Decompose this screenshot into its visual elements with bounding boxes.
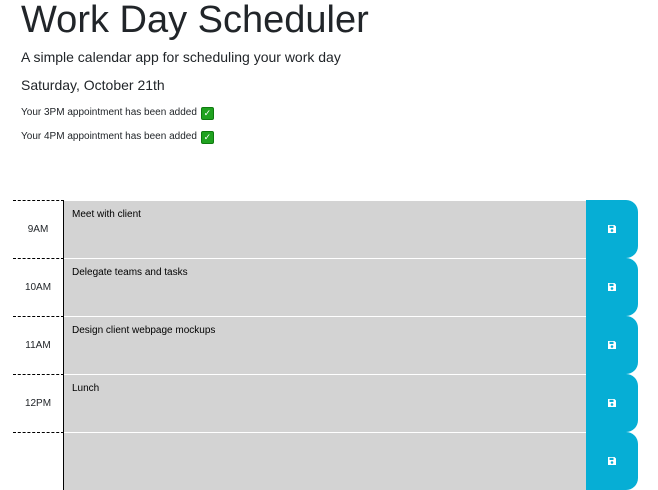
description-textarea[interactable]: Design client webpage mockups [64, 316, 586, 374]
save-button[interactable] [586, 200, 638, 258]
page-subtitle: A simple calendar app for scheduling you… [21, 49, 341, 65]
description-textarea[interactable] [64, 432, 586, 490]
description-textarea[interactable]: Lunch [64, 374, 586, 432]
floppy-disk-icon [608, 457, 616, 465]
floppy-disk-icon [608, 283, 616, 291]
save-button[interactable] [586, 374, 638, 432]
time-block-row [13, 432, 638, 490]
time-block-row: 9AM Meet with client [13, 200, 638, 258]
time-block-row: 10AM Delegate teams and tasks [13, 258, 638, 316]
notification-text: Your 3PM appointment has been added [21, 107, 197, 118]
hour-label [13, 432, 64, 490]
save-button[interactable] [586, 316, 638, 374]
hour-label: 11AM [13, 316, 64, 374]
current-day: Saturday, October 21th [21, 77, 165, 93]
page-title: Work Day Scheduler [21, 0, 369, 41]
notification: Your 4PM appointment has been added ✓ [21, 130, 214, 144]
hour-label: 12PM [13, 374, 64, 432]
floppy-disk-icon [608, 225, 616, 233]
hour-label: 10AM [13, 258, 64, 316]
save-button[interactable] [586, 432, 638, 490]
notification-text: Your 4PM appointment has been added [21, 131, 197, 142]
floppy-disk-icon [608, 341, 616, 349]
floppy-disk-icon [608, 399, 616, 407]
description-textarea[interactable]: Delegate teams and tasks [64, 258, 586, 316]
time-block-row: 11AM Design client webpage mockups [13, 316, 638, 374]
description-textarea[interactable]: Meet with client [64, 200, 586, 258]
time-block-list: 9AM Meet with client 10AM Delegate teams… [13, 200, 638, 490]
hour-label: 9AM [13, 200, 64, 258]
check-mark-icon: ✓ [200, 130, 214, 144]
save-button[interactable] [586, 258, 638, 316]
notification: Your 3PM appointment has been added ✓ [21, 106, 214, 120]
check-mark-icon: ✓ [200, 106, 214, 120]
time-block-row: 12PM Lunch [13, 374, 638, 432]
